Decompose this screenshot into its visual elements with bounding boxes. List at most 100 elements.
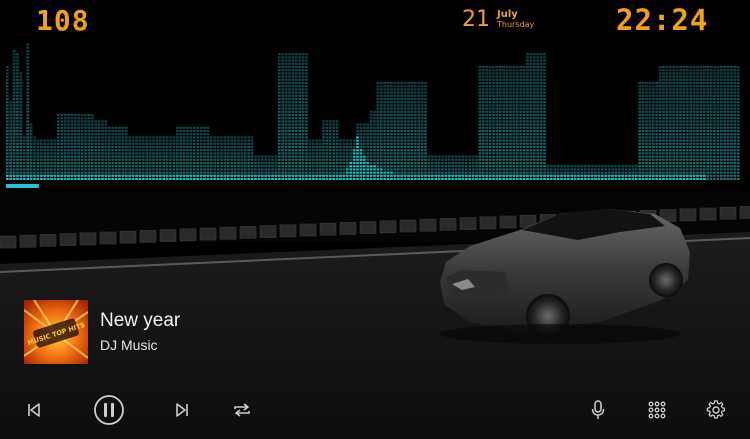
visualizer-cell: [502, 139, 505, 142]
visualizer-cell: [410, 107, 414, 110]
visualizer-bar: [689, 66, 692, 180]
visualizer-peak-cell: [186, 174, 189, 177]
visualizer-cell: [390, 114, 393, 116]
visualizer-cell: [281, 72, 284, 75]
visualizer-cell: [77, 133, 80, 136]
visualizer-cell: [400, 126, 403, 129]
visualizer-peak-cell: [556, 174, 560, 177]
visualizer-cell: [689, 104, 692, 107]
visualizer-peak-cell: [308, 174, 312, 177]
visualizer-cell: [12, 62, 16, 65]
visualizer-peak-cell: [482, 174, 485, 177]
visualizer-cell: [706, 149, 709, 152]
visualizer-cell: [46, 146, 50, 148]
visualizer-cell: [121, 155, 125, 158]
visualizer-cell: [417, 120, 420, 123]
visualizer-cell: [526, 165, 529, 168]
visualizer-cell: [703, 123, 706, 126]
visualizer-bar: [67, 114, 70, 180]
visualizer-bar: [274, 155, 278, 180]
visualizer-cell: [125, 158, 128, 161]
visualizer-cell: [492, 107, 495, 110]
visualizer-cell: [376, 155, 380, 158]
visualizer-cell: [519, 149, 522, 152]
visualizer-cell: [478, 146, 482, 148]
visualizer-cell: [458, 155, 461, 158]
visualizer-cell: [431, 158, 434, 161]
visualizer-bar: [393, 82, 397, 180]
visualizer-bar: [485, 66, 488, 180]
visualizer-cell: [584, 171, 587, 174]
visualizer-bar: [278, 53, 281, 180]
visualizer-cell: [386, 165, 390, 168]
visualizer-cell: [203, 130, 206, 132]
visualizer-cell: [63, 117, 67, 120]
visualizer-cell: [400, 142, 403, 145]
visualizer-peak-cell: [80, 178, 84, 180]
visualizer-bar: [94, 120, 97, 180]
visualizer-cell: [380, 120, 383, 123]
visualizer-cell: [91, 149, 94, 152]
visualizer-cell: [417, 142, 420, 145]
visualizer-peak-cell: [128, 174, 131, 177]
visualizer-cell: [485, 110, 488, 113]
visualizer-cell: [189, 171, 193, 174]
visualizer-cell: [468, 158, 471, 161]
visualizer-cell: [121, 133, 125, 136]
visualizer-cell: [16, 104, 19, 107]
visualizer-cell: [482, 66, 485, 68]
visualizer-bar: [12, 50, 16, 180]
visualizer-cell: [380, 158, 383, 161]
visualizer-cell: [366, 133, 369, 136]
visualizer-cell: [206, 158, 210, 161]
visualizer-cell: [485, 130, 488, 132]
visualizer-cell: [77, 165, 80, 168]
visualizer-cell: [305, 133, 308, 136]
visualizer-cell: [12, 82, 16, 84]
visualizer-cell: [74, 171, 77, 174]
visualizer-cell: [101, 126, 104, 129]
visualizer-peak-cell: [689, 174, 692, 177]
visualizer-cell: [407, 165, 410, 168]
visualizer-cell: [628, 171, 631, 174]
visualizer-cell: [675, 98, 679, 100]
visualizer-cell: [288, 123, 291, 126]
visualizer-cell: [495, 136, 499, 139]
visualizer-cell: [26, 59, 29, 62]
visualizer-cell: [679, 91, 682, 94]
visualizer-bar: [77, 114, 80, 180]
visualizer-cell: [648, 85, 652, 88]
visualizer-cell: [162, 168, 165, 171]
visualizer-cell: [434, 168, 437, 171]
visualizer-cell: [237, 136, 240, 139]
visualizer-peak-cell: [563, 174, 567, 177]
visualizer-cell: [322, 136, 325, 139]
visualizer-cell: [400, 98, 403, 100]
visualizer-cell: [672, 120, 675, 123]
visualizer-cell: [291, 158, 295, 161]
visualizer-cell: [63, 171, 67, 174]
visualizer-cell: [91, 120, 94, 123]
visualizer-cell: [315, 149, 318, 152]
visualizer-cell: [505, 162, 509, 164]
visualizer-cell: [67, 136, 70, 139]
visualizer-cell: [111, 146, 114, 148]
visualizer-cell: [369, 133, 373, 136]
visualizer-cell: [709, 149, 713, 152]
visualizer-cell: [451, 165, 454, 168]
visualizer-cell: [533, 101, 536, 104]
visualizer-cell: [594, 168, 597, 171]
visualizer-cell: [703, 104, 706, 107]
visualizer-cell: [291, 117, 295, 120]
visualizer-cell: [478, 155, 482, 158]
visualizer-cell: [305, 56, 308, 59]
visualizer-cell: [278, 133, 281, 136]
visualizer-bar: [699, 66, 703, 180]
visualizer-cell: [533, 78, 536, 81]
visualizer-cell: [29, 152, 33, 155]
visualizer-cell: [284, 91, 288, 94]
visualizer-peak-cell: [417, 178, 420, 180]
visualizer-cell: [169, 155, 172, 158]
visualizer-cell: [206, 133, 210, 136]
visualizer-cell: [383, 149, 386, 152]
